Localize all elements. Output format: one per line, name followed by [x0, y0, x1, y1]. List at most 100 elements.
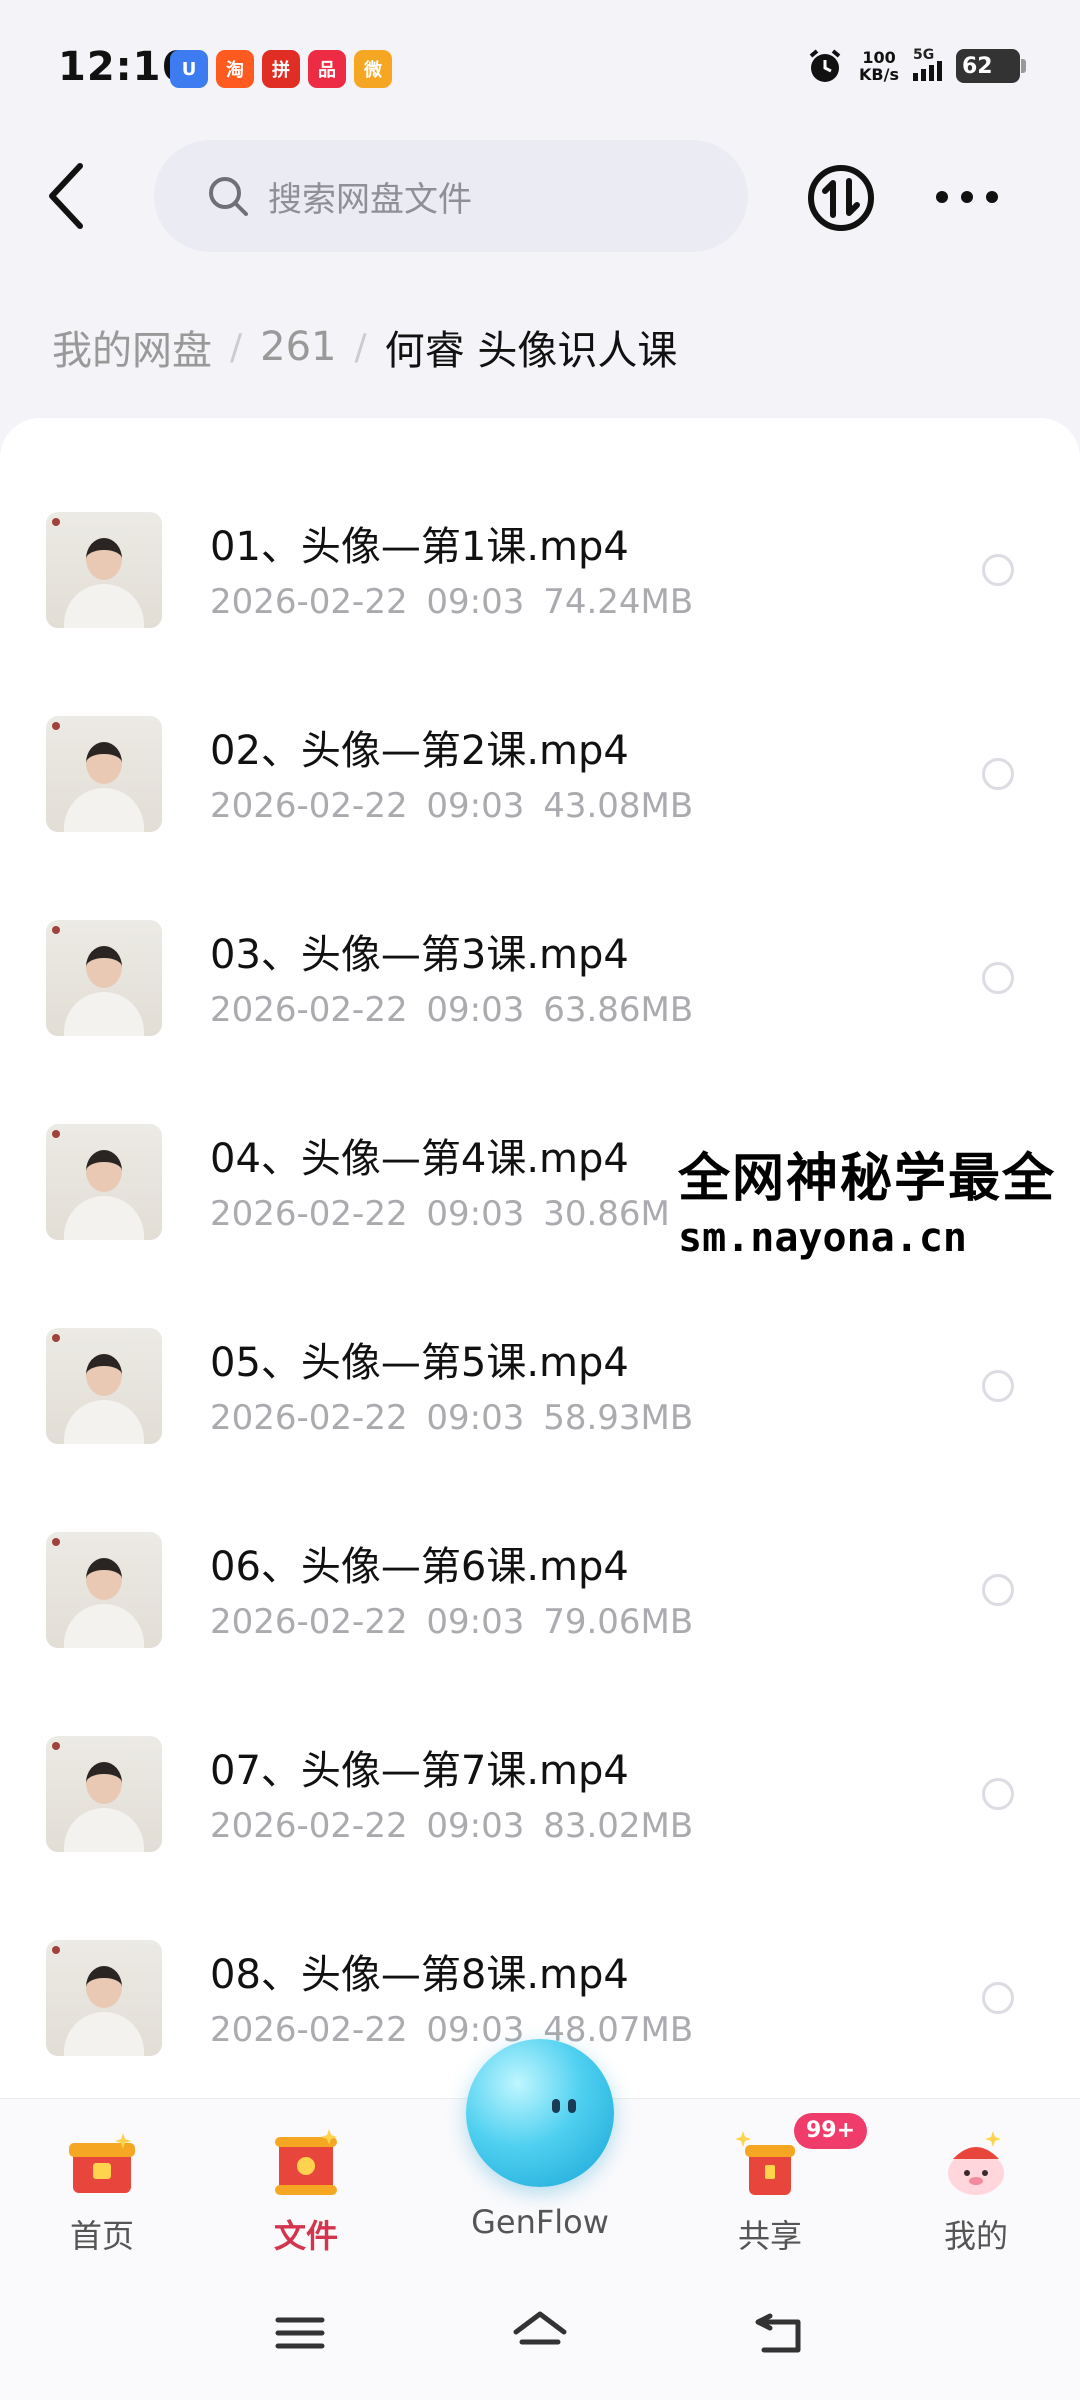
- watermark-overlay: 全网神秘学最全 sm.nayona.cn: [672, 1130, 1080, 1267]
- search-input[interactable]: 搜索网盘文件: [154, 140, 748, 252]
- file-date: 2026-02-22: [210, 2010, 408, 2050]
- select-checkbox[interactable]: [982, 1778, 1014, 1810]
- home-icon[interactable]: [510, 2308, 570, 2358]
- transfer-icon[interactable]: [806, 163, 876, 233]
- list-item[interactable]: 06、头像—第6课.mp4 2026-02-22 09:03 79.06MB: [0, 1458, 1080, 1662]
- file-time: 09:03: [426, 990, 525, 1030]
- select-checkbox[interactable]: [982, 1370, 1014, 1402]
- nav-files[interactable]: 文件: [236, 2129, 376, 2257]
- file-time: 09:03: [426, 1398, 525, 1438]
- file-time: 09:03: [426, 1194, 525, 1234]
- file-meta: 2026-02-22 09:03 79.06MB: [210, 1602, 693, 1642]
- nav-mine[interactable]: 我的: [906, 2129, 1046, 2257]
- select-checkbox[interactable]: [982, 1574, 1014, 1606]
- speed-value: 100: [862, 48, 896, 67]
- pinduoduo-app-icon: 拼: [262, 50, 300, 88]
- search-icon: [209, 177, 248, 216]
- weibo-app-icon: 微: [354, 50, 392, 88]
- breadcrumb: 我的网盘 / 261 / 何睿 头像识人课: [52, 318, 677, 376]
- file-meta: 2026-02-22 09:03 48.07MB: [210, 2010, 693, 2050]
- file-size: 83.02MB: [543, 1806, 694, 1846]
- mall-app-icon: 品: [308, 50, 346, 88]
- video-thumbnail: [46, 716, 162, 832]
- status-indicators: 100 KB/s 5G 62: [805, 46, 1026, 86]
- mine-mascot-icon: [948, 2131, 1004, 2195]
- nav-home[interactable]: 首页: [32, 2129, 172, 2257]
- file-meta: 2026-02-22 09:03 83.02MB: [210, 1806, 693, 1846]
- file-time: 09:03: [426, 582, 525, 622]
- file-name: 04、头像—第4课.mp4: [210, 1136, 629, 1182]
- nav-share-label: 共享: [737, 2217, 802, 2255]
- file-name: 08、头像—第8课.mp4: [210, 1952, 629, 1998]
- file-date: 2026-02-22: [210, 786, 408, 826]
- battery-icon: 62: [956, 49, 1026, 83]
- notification-icons: U 淘 拼 品 微: [170, 50, 392, 88]
- video-thumbnail: [46, 1940, 162, 2056]
- file-date: 2026-02-22: [210, 1398, 408, 1438]
- select-checkbox[interactable]: [982, 554, 1014, 586]
- back-nav-icon[interactable]: [750, 2308, 810, 2358]
- file-date: 2026-02-22: [210, 1806, 408, 1846]
- breadcrumb-current: 何睿 头像识人课: [384, 328, 678, 374]
- battery-level: 62: [962, 53, 993, 79]
- file-name: 01、头像—第1课.mp4: [210, 524, 629, 570]
- file-time: 09:03: [426, 2010, 525, 2050]
- menu-icon[interactable]: [270, 2308, 330, 2358]
- select-checkbox[interactable]: [982, 962, 1014, 994]
- watermark-url: sm.nayona.cn: [678, 1215, 967, 1261]
- breadcrumb-separator: /: [354, 326, 367, 368]
- file-date: 2026-02-22: [210, 1602, 408, 1642]
- file-size: 30.86MB: [543, 1194, 694, 1234]
- taobao-app-icon: 淘: [216, 50, 254, 88]
- select-checkbox[interactable]: [982, 1982, 1014, 2014]
- list-item[interactable]: 03、头像—第3课.mp4 2026-02-22 09:03 63.86MB: [0, 846, 1080, 1050]
- breadcrumb-separator: /: [230, 326, 243, 368]
- video-thumbnail: [46, 1328, 162, 1444]
- file-meta: 2026-02-22 09:03 63.86MB: [210, 990, 693, 1030]
- nav-mine-label: 我的: [943, 2217, 1008, 2255]
- nav-home-label: 首页: [69, 2217, 134, 2255]
- list-item[interactable]: 05、头像—第5课.mp4 2026-02-22 09:03 58.93MB: [0, 1254, 1080, 1458]
- file-name: 07、头像—第7课.mp4: [210, 1748, 629, 1794]
- alarm-icon: [809, 49, 841, 82]
- status-bar: 12:16 U 淘 拼 品 微 100 KB/s 5G 62: [0, 0, 1080, 140]
- file-size: 79.06MB: [543, 1602, 694, 1642]
- shield-app-icon: U: [170, 50, 208, 88]
- signal-icon: 5G: [913, 47, 942, 81]
- file-name: 05、头像—第5课.mp4: [210, 1340, 629, 1386]
- video-thumbnail: [46, 512, 162, 628]
- file-name: 03、头像—第3课.mp4: [210, 932, 629, 978]
- file-time: 09:03: [426, 786, 525, 826]
- back-button[interactable]: [40, 158, 92, 234]
- file-size: 63.86MB: [543, 990, 694, 1030]
- notification-badge: 99+: [794, 2113, 868, 2149]
- select-checkbox[interactable]: [982, 758, 1014, 790]
- file-size: 43.08MB: [543, 786, 694, 826]
- file-date: 2026-02-22: [210, 1194, 408, 1234]
- file-meta: 2026-02-22 09:03 74.24MB: [210, 582, 693, 622]
- file-time: 09:03: [426, 1602, 525, 1642]
- file-size: 74.24MB: [543, 582, 694, 622]
- files-scroll-icon: [275, 2129, 337, 2195]
- video-thumbnail: [46, 920, 162, 1036]
- file-date: 2026-02-22: [210, 990, 408, 1030]
- file-meta: 2026-02-22 09:03 43.08MB: [210, 786, 693, 826]
- bottom-navigation: 首页 文件 GenFlow 共享 99+ 我的: [0, 2039, 1080, 2268]
- list-item[interactable]: 07、头像—第7课.mp4 2026-02-22 09:03 83.02MB: [0, 1662, 1080, 1866]
- share-gift-icon: [735, 2131, 795, 2195]
- video-thumbnail: [46, 1124, 162, 1240]
- genflow-orb-icon[interactable]: [466, 2039, 614, 2187]
- breadcrumb-root[interactable]: 我的网盘: [52, 318, 212, 376]
- nav-files-label: 文件: [273, 2217, 338, 2255]
- nav-genflow-label[interactable]: GenFlow: [440, 2203, 640, 2241]
- file-name: 06、头像—第6课.mp4: [210, 1544, 629, 1590]
- video-thumbnail: [46, 1736, 162, 1852]
- system-navigation-bar: [0, 2268, 1080, 2400]
- speed-unit: KB/s: [859, 65, 899, 84]
- list-item[interactable]: 02、头像—第2课.mp4 2026-02-22 09:03 43.08MB: [0, 642, 1080, 846]
- list-item[interactable]: 01、头像—第1课.mp4 2026-02-22 09:03 74.24MB: [0, 438, 1080, 642]
- watermark-title: 全网神秘学最全: [678, 1149, 1057, 1209]
- breadcrumb-folder[interactable]: 261: [260, 324, 336, 370]
- network-type: 5G: [913, 47, 935, 63]
- more-options-icon[interactable]: [936, 182, 998, 212]
